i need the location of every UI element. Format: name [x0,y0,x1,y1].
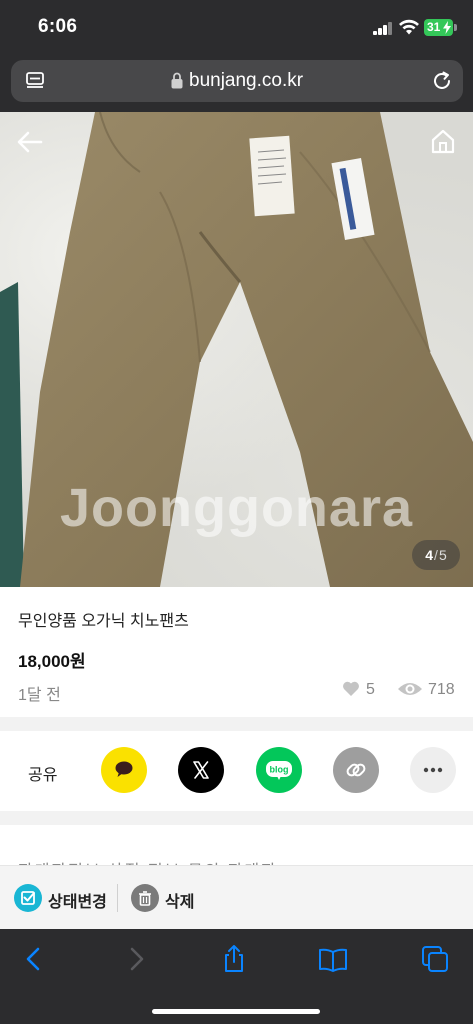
reload-icon[interactable] [431,70,453,92]
lock-icon [171,72,183,89]
photo-counter-separator: / [434,547,438,563]
x-share-button[interactable] [178,747,224,793]
product-price: 18,000원 [18,652,86,671]
photo-counter: 4/5 [412,540,460,570]
wifi-icon [399,19,419,35]
eye-icon [398,683,422,695]
photo-total: 5 [438,547,447,563]
link-icon [346,763,366,777]
delete-button[interactable]: 삭제 [165,888,194,912]
charging-bolt-icon [443,21,451,34]
action-separator [117,884,118,912]
more-share-button[interactable] [410,747,456,793]
more-dots-icon [423,767,443,773]
back-arrow-icon[interactable] [16,128,44,156]
watermark: Joonggonara [59,478,413,538]
x-logo-icon [193,761,209,779]
share-label: 공유 [28,767,58,784]
address-bar[interactable]: bunjang.co.kr [11,60,463,102]
partial-section-text: 판매자정보 상점 정보 문의 판매자 [18,857,278,865]
signal-icon [373,22,393,35]
forward-icon[interactable] [121,944,151,974]
status-time: 6:06 [38,16,78,37]
status-bar: 6:06 31 [0,0,473,56]
home-indicator [152,1009,320,1014]
product-info: 무인양품 오가닉 치노팬츠 18,000원 1달 전 5 718 [0,587,473,717]
bookmarks-icon[interactable] [318,944,348,974]
like-count: 5 [366,681,375,698]
reader-icon[interactable] [25,71,45,91]
kakaotalk-share-button[interactable] [101,747,147,793]
trash-icon[interactable] [131,884,159,912]
back-icon[interactable] [19,944,49,974]
home-icon[interactable] [430,128,456,154]
url-text: bunjang.co.kr [189,70,304,91]
blog-icon-text: blog [270,765,289,775]
tabs-icon[interactable] [420,944,450,974]
battery-icon: 31 [424,19,453,36]
page: 6:06 31 bunjang.co.kr Joonggonara 4/5 무인… [0,0,473,1024]
section-divider [0,717,473,731]
status-change-button[interactable]: 상태변경 [48,888,107,912]
safari-toolbar [0,929,473,1024]
product-photo[interactable]: Joonggonara 4/5 [0,112,473,587]
browser-address-area: bunjang.co.kr [0,56,473,112]
action-bar: 상태변경 삭제 [0,865,473,929]
product-title: 무인양품 오가닉 치노팬츠 [18,613,189,630]
blog-icon: blog [266,761,292,780]
view-count: 718 [428,681,455,698]
naver-blog-share-button[interactable]: blog [256,747,302,793]
photo-current-index: 4 [425,547,434,563]
partially-hidden-section: 판매자정보 상점 정보 문의 판매자 [0,825,473,865]
section-divider [0,811,473,825]
heart-icon[interactable] [342,680,360,697]
battery-level: 31 [427,20,441,34]
copy-link-button[interactable] [333,747,379,793]
share-row: 공유 blog [0,731,473,811]
kakao-speech-bubble-icon [115,761,133,777]
battery-cap [454,24,457,31]
posted-time: 1달 전 [18,687,61,704]
status-change-icon[interactable] [14,884,42,912]
share-icon[interactable] [219,944,249,974]
